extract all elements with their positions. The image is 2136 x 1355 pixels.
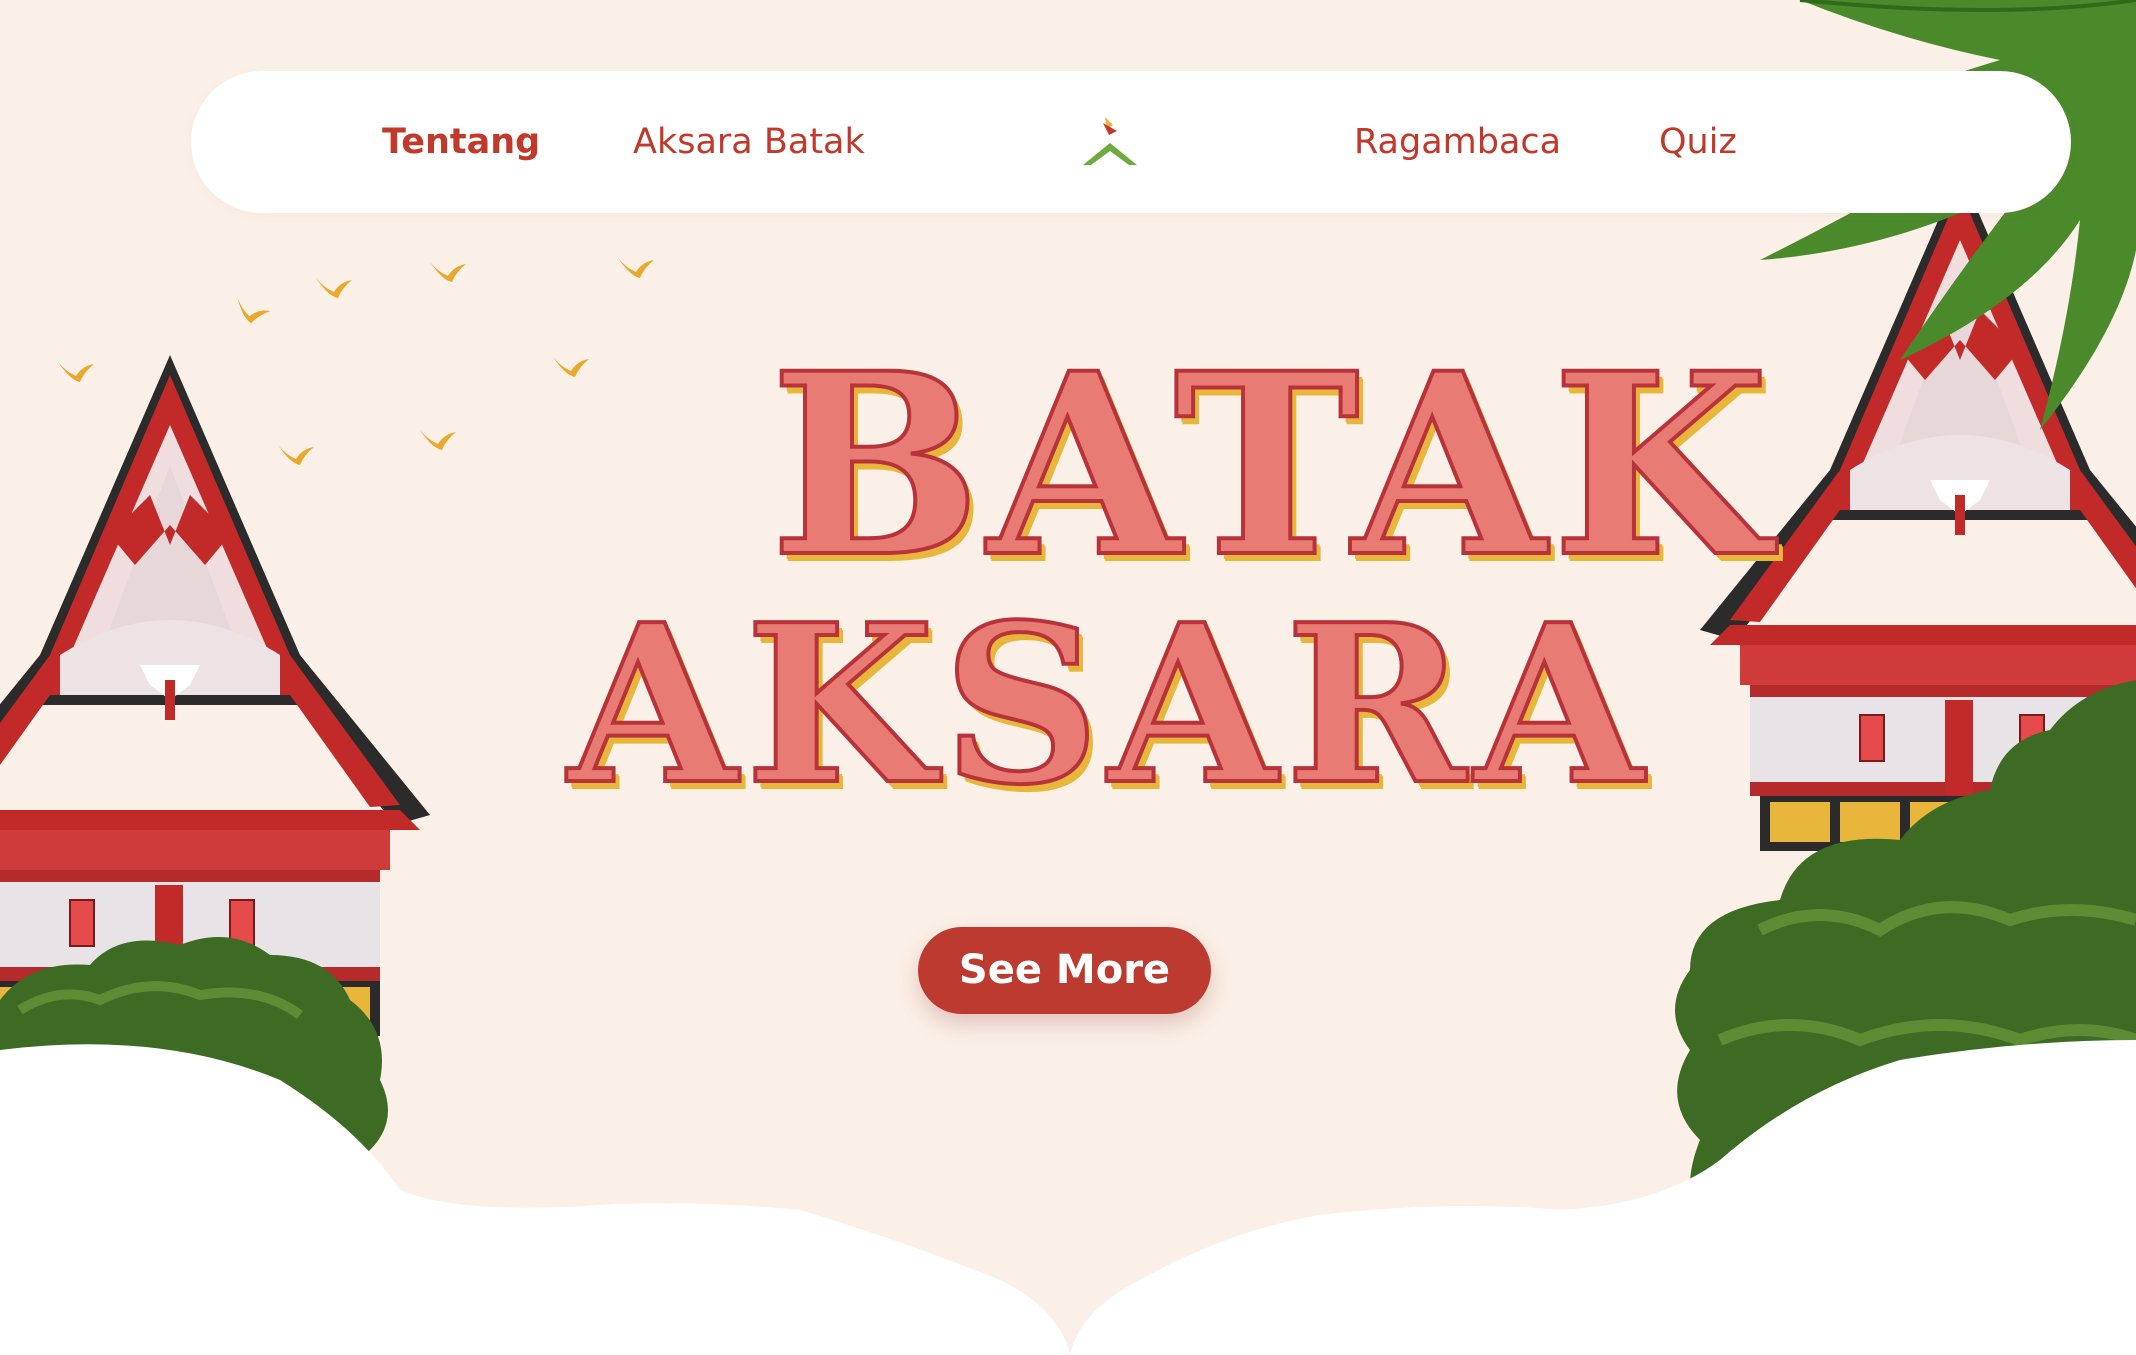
see-more-button[interactable]: See More	[918, 927, 1211, 1014]
nav-ragambaca[interactable]: Ragambaca	[1354, 71, 1561, 213]
nav-aksara-batak[interactable]: Aksara Batak	[633, 71, 865, 213]
hero-title-batak: BATAK	[768, 318, 1776, 612]
left-house-illustration	[0, 354, 431, 1037]
hero-scene: Tentang Aksara Batak Ragambaca Quiz BATA…	[0, 0, 2136, 1355]
nav-tentang[interactable]: Tentang	[382, 71, 540, 213]
hero-title-aksara: AKSARA	[566, 577, 1652, 833]
nav-quiz[interactable]: Quiz	[1659, 71, 1737, 213]
main-navbar: Tentang Aksara Batak Ragambaca Quiz	[191, 71, 2071, 213]
aksara-logo-icon[interactable]	[1075, 113, 1145, 173]
